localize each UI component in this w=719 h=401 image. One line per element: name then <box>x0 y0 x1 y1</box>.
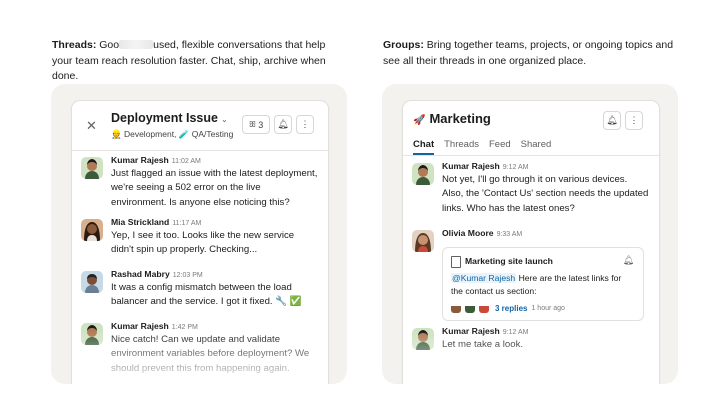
reply-count[interactable]: 3 replies <box>495 304 527 313</box>
avatar[interactable] <box>81 323 103 345</box>
bell-icon: 🔔︎ <box>277 119 289 129</box>
message-author[interactable]: Olivia Moore <box>442 228 494 238</box>
message-item: Kumar Rajesh 9:12 AM Let me take a look. <box>412 326 649 366</box>
message-time: 1:42 PM <box>171 324 198 331</box>
tab-feed[interactable]: Feed <box>489 139 511 155</box>
avatar-olivia-icon <box>412 230 434 252</box>
threads-caption-title: Threads: <box>52 39 97 51</box>
group-title[interactable]: 🚀 Marketing <box>413 111 491 126</box>
reply-avatar <box>451 303 461 313</box>
message-author[interactable]: Kumar Rajesh <box>442 326 500 336</box>
message-item: Mia Strickland 11:17 AM Yep, I see it too… <box>81 217 318 265</box>
thread-header: ✕ Deployment Issue ⌄ 👷 Development, 🧪 QA/… <box>72 101 328 151</box>
message-text: Yep, I see it too. Looks like the new se… <box>111 230 295 256</box>
thread-card-text: @Kumar Rajesh Here are the latest links … <box>451 273 622 296</box>
redacted-text <box>119 40 154 49</box>
message-text: Let me take a look. <box>442 339 524 350</box>
reply-time: 1 hour ago <box>531 304 565 312</box>
groups-caption: Groups: Bring together teams, projects, … <box>383 39 674 67</box>
message-item: Kumar Rajesh 1:42 PM Nice catch! Can we u… <box>81 321 318 384</box>
message-item: Olivia Moore 9:33 AM Marketing site launc… <box>412 228 649 322</box>
thread-card-title[interactable]: Marketing site launch <box>465 256 553 266</box>
avatar[interactable] <box>81 157 103 179</box>
group-tabs: Chat Threads Feed Shared <box>413 139 551 155</box>
message-author[interactable]: Mia Strickland <box>111 217 169 227</box>
message-author[interactable]: Rashad Mabry <box>111 269 170 279</box>
close-icon[interactable]: ✕ <box>86 118 97 134</box>
beaker-emoji-icon: 🧪 <box>178 129 190 139</box>
avatar-mia-icon <box>81 219 103 241</box>
more-vertical-icon: ⋮ <box>629 115 639 125</box>
notification-button[interactable]: 🔔︎ <box>603 111 621 130</box>
rocket-icon: 🚀 <box>413 115 426 126</box>
message-item: Kumar Rajesh 11:02 AM Just flagged an iss… <box>81 155 318 213</box>
more-options-button[interactable]: ⋮ <box>296 115 314 134</box>
message-text: Nice catch! Can we update and validate e… <box>111 334 310 374</box>
avatar[interactable] <box>81 219 103 241</box>
notification-button[interactable]: 🔔︎ <box>274 115 292 134</box>
people-icon: ꕥ <box>248 119 257 129</box>
group-header: 🚀 Marketing 🔔︎ ⋮ Chat Threads Feed Shared <box>403 101 659 156</box>
threads-caption: Threads: Goo used, flexible conversations… <box>52 39 326 82</box>
avatar-kumar-icon <box>412 328 434 350</box>
avatar[interactable] <box>412 163 434 185</box>
thread-replies[interactable]: 3 replies 1 hour ago <box>451 303 565 313</box>
message-time: 11:02 AM <box>171 158 201 165</box>
message-text: It was a config mismatch between the loa… <box>111 282 302 308</box>
thread-title[interactable]: Deployment Issue ⌄ <box>111 111 228 125</box>
groups-caption-title: Groups: <box>383 39 424 51</box>
message-item: Kumar Rajesh 9:12 AM Not yet, I'll go thr… <box>412 161 649 223</box>
message-time: 11:17 AM <box>172 220 202 227</box>
members-button[interactable]: ꕥ3 <box>242 115 270 134</box>
thread-subtitle: 👷 Development, 🧪 QA/Testing <box>111 129 234 139</box>
message-text: Not yet, I'll go through it on various d… <box>442 174 649 214</box>
group-panel: 🚀 Marketing 🔔︎ ⋮ Chat Threads Feed Shared… <box>402 100 660 384</box>
more-options-button[interactable]: ⋮ <box>625 111 643 130</box>
message-text: Just flagged an issue with the latest de… <box>111 168 318 208</box>
tab-threads[interactable]: Threads <box>444 139 479 155</box>
avatar-kumar-icon <box>412 163 434 185</box>
bell-icon: 🔔︎ <box>606 115 618 125</box>
message-author[interactable]: Kumar Rajesh <box>111 155 169 165</box>
document-icon <box>451 256 461 268</box>
avatar[interactable] <box>412 230 434 252</box>
message-author[interactable]: Kumar Rajesh <box>442 161 500 171</box>
message-author[interactable]: Kumar Rajesh <box>111 321 169 331</box>
avatar-rashad-icon <box>81 271 103 293</box>
user-mention[interactable]: @Kumar Rajesh <box>451 273 517 283</box>
avatar[interactable] <box>81 271 103 293</box>
message-time: 9:12 AM <box>502 164 529 171</box>
bell-icon[interactable]: 🔔︎ <box>623 255 634 266</box>
avatar-kumar-icon <box>81 157 103 179</box>
reply-avatar <box>479 303 489 313</box>
message-time: 9:33 AM <box>496 231 523 238</box>
tab-chat[interactable]: Chat <box>413 139 435 155</box>
chevron-down-icon: ⌄ <box>220 115 228 124</box>
message-time: 9:12 AM <box>502 329 529 336</box>
message-item: Rashad Mabry 12:03 PM It was a config mis… <box>81 269 318 317</box>
worker-emoji-icon: 👷 <box>111 129 122 139</box>
more-vertical-icon: ⋮ <box>300 119 310 129</box>
thread-card[interactable]: Marketing site launch 🔔︎ @Kumar Rajesh H… <box>442 247 644 321</box>
thread-panel: ✕ Deployment Issue ⌄ 👷 Development, 🧪 QA/… <box>71 100 329 384</box>
message-time: 12:03 PM <box>172 272 203 279</box>
reply-avatar <box>465 303 475 313</box>
threads-stage: ✕ Deployment Issue ⌄ 👷 Development, 🧪 QA/… <box>51 84 347 384</box>
avatar[interactable] <box>412 328 434 350</box>
groups-stage: 🚀 Marketing 🔔︎ ⋮ Chat Threads Feed Shared… <box>382 84 678 384</box>
tab-shared[interactable]: Shared <box>521 139 552 155</box>
avatar-kumar-icon <box>81 323 103 345</box>
